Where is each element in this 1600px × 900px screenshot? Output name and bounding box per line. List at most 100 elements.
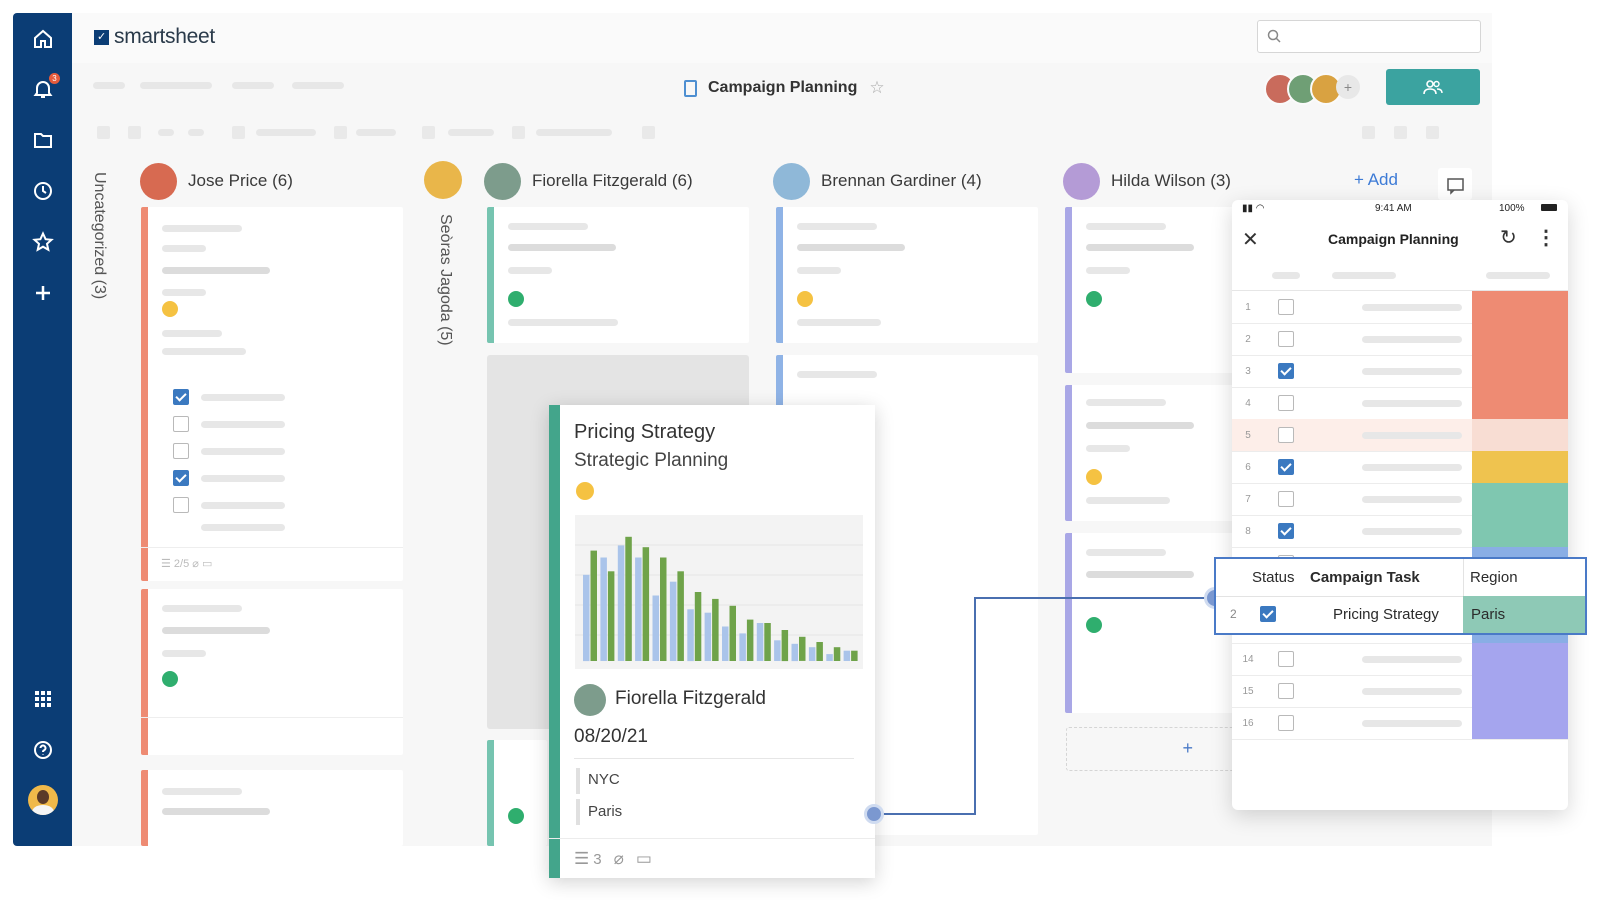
campaign-task-cell[interactable]: Pricing Strategy: [1333, 606, 1439, 623]
menu-placeholder[interactable]: [93, 82, 125, 89]
toolbar-button[interactable]: [1362, 126, 1375, 139]
kanban-card[interactable]: [1065, 207, 1235, 373]
comments-button[interactable]: [1438, 168, 1472, 200]
add-collaborator-icon[interactable]: +: [1336, 75, 1360, 99]
table-row[interactable]: 2 Pricing Strategy Paris: [1216, 596, 1585, 633]
lane-header[interactable]: Jose Price (6): [140, 162, 293, 200]
help-icon[interactable]: [13, 732, 72, 768]
toolbar-button[interactable]: [232, 126, 245, 139]
region-color-cell[interactable]: [1472, 451, 1568, 483]
smartsheet-logo[interactable]: ✓ smartsheet: [94, 24, 215, 50]
kanban-card[interactable]: [776, 207, 1038, 343]
kanban-card[interactable]: ☰ 2/5 ⌀ ▭: [141, 207, 403, 581]
expanded-card[interactable]: Pricing Strategy Strategic Planning Fior…: [549, 405, 875, 878]
star-icon[interactable]: [13, 224, 72, 260]
row-checkbox[interactable]: [1278, 523, 1294, 539]
row-checkbox[interactable]: [1278, 363, 1294, 379]
subtask-checkbox[interactable]: [173, 470, 189, 486]
region-color-cell[interactable]: [1472, 387, 1568, 419]
row-checkbox[interactable]: [1278, 715, 1294, 731]
share-button[interactable]: [1386, 69, 1480, 105]
row-checkbox[interactable]: [1278, 683, 1294, 699]
toolbar-button[interactable]: [536, 129, 612, 136]
toolbar-button[interactable]: [512, 126, 525, 139]
region-color-cell[interactable]: [1472, 515, 1568, 547]
toolbar-button[interactable]: [1426, 126, 1439, 139]
menu-placeholder[interactable]: [140, 82, 212, 89]
add-card-button[interactable]: +: [1066, 727, 1236, 771]
toolbar-button[interactable]: [642, 126, 655, 139]
apps-grid-icon[interactable]: [13, 681, 72, 717]
toolbar-button[interactable]: [256, 129, 316, 136]
grid-row[interactable]: 14: [1232, 643, 1568, 676]
region-color-cell[interactable]: [1472, 419, 1568, 451]
status-checkbox[interactable]: [1260, 606, 1276, 622]
plus-icon[interactable]: [13, 275, 72, 311]
subtask-checkbox[interactable]: [173, 497, 189, 513]
lane-header[interactable]: Fiorella Fitzgerald (6): [484, 162, 693, 200]
add-lane-button[interactable]: + Add: [1354, 170, 1398, 190]
grid-row[interactable]: 2: [1232, 323, 1568, 356]
grid-row[interactable]: 3: [1232, 355, 1568, 388]
column-header-status[interactable]: Status: [1252, 569, 1295, 586]
grid-row[interactable]: 1: [1232, 291, 1568, 324]
row-checkbox[interactable]: [1278, 395, 1294, 411]
lane-header[interactable]: Brennan Gardiner (4): [773, 162, 982, 200]
row-checkbox[interactable]: [1278, 491, 1294, 507]
region-color-cell[interactable]: [1472, 291, 1568, 323]
grid-row[interactable]: 4: [1232, 387, 1568, 420]
grid-row[interactable]: 15: [1232, 675, 1568, 708]
grid-row[interactable]: 7: [1232, 483, 1568, 516]
grid-row[interactable]: 8: [1232, 515, 1568, 548]
kanban-card[interactable]: [141, 589, 403, 755]
search-input[interactable]: [1257, 20, 1481, 53]
bell-icon[interactable]: 3: [13, 71, 72, 107]
subtask-checkbox[interactable]: [173, 389, 189, 405]
region-color-cell[interactable]: [1472, 483, 1568, 515]
region-color-cell[interactable]: [1472, 355, 1568, 387]
row-checkbox[interactable]: [1278, 331, 1294, 347]
row-checkbox[interactable]: [1278, 299, 1294, 315]
subtask-checkbox[interactable]: [173, 416, 189, 432]
toolbar-button[interactable]: [334, 126, 347, 139]
menu-placeholder[interactable]: [292, 82, 344, 89]
grid-row[interactable]: 6: [1232, 451, 1568, 484]
toolbar-button[interactable]: [188, 129, 204, 136]
subtask-checkbox[interactable]: [173, 443, 189, 459]
collapsed-lane-label[interactable]: Seòras Jagoda (5): [436, 214, 454, 346]
column-header-region[interactable]: Region: [1470, 569, 1518, 586]
uncategorized-lane[interactable]: Uncategorized (3): [90, 172, 108, 299]
toolbar-button[interactable]: [448, 129, 494, 136]
row-checkbox[interactable]: [1278, 427, 1294, 443]
region-color-cell[interactable]: [1472, 323, 1568, 355]
kanban-card[interactable]: [487, 207, 749, 343]
region-color-cell[interactable]: [1472, 643, 1568, 675]
kanban-card[interactable]: [141, 770, 403, 846]
sheet-title[interactable]: Campaign Planning ☆: [684, 76, 885, 100]
column-header-task[interactable]: Campaign Task: [1310, 569, 1420, 586]
more-options-icon[interactable]: ⋮: [1536, 225, 1556, 250]
home-icon[interactable]: [13, 21, 72, 57]
clock-icon[interactable]: [13, 173, 72, 209]
lane-header[interactable]: Hilda Wilson (3): [1063, 162, 1231, 200]
folder-icon[interactable]: [13, 122, 72, 158]
lane-avatar[interactable]: [424, 161, 462, 199]
close-icon[interactable]: ✕: [1242, 227, 1259, 252]
kanban-card[interactable]: [1065, 533, 1235, 713]
toolbar-button[interactable]: [422, 126, 435, 139]
toolbar-button[interactable]: [158, 129, 174, 136]
row-checkbox[interactable]: [1278, 459, 1294, 475]
region-color-cell[interactable]: [1472, 675, 1568, 707]
region-cell[interactable]: Paris: [1463, 596, 1585, 633]
kanban-card[interactable]: [1065, 385, 1235, 521]
toolbar-button[interactable]: [1394, 126, 1407, 139]
toolbar-button[interactable]: [128, 126, 141, 139]
region-color-cell[interactable]: [1472, 707, 1568, 739]
toolbar-button[interactable]: [97, 126, 110, 139]
favorite-star-icon[interactable]: ☆: [869, 78, 884, 98]
refresh-icon[interactable]: ↻: [1500, 225, 1517, 250]
row-checkbox[interactable]: [1278, 651, 1294, 667]
toolbar-button[interactable]: [356, 129, 396, 136]
grid-row[interactable]: 5: [1232, 419, 1568, 452]
user-avatar[interactable]: [13, 782, 72, 818]
